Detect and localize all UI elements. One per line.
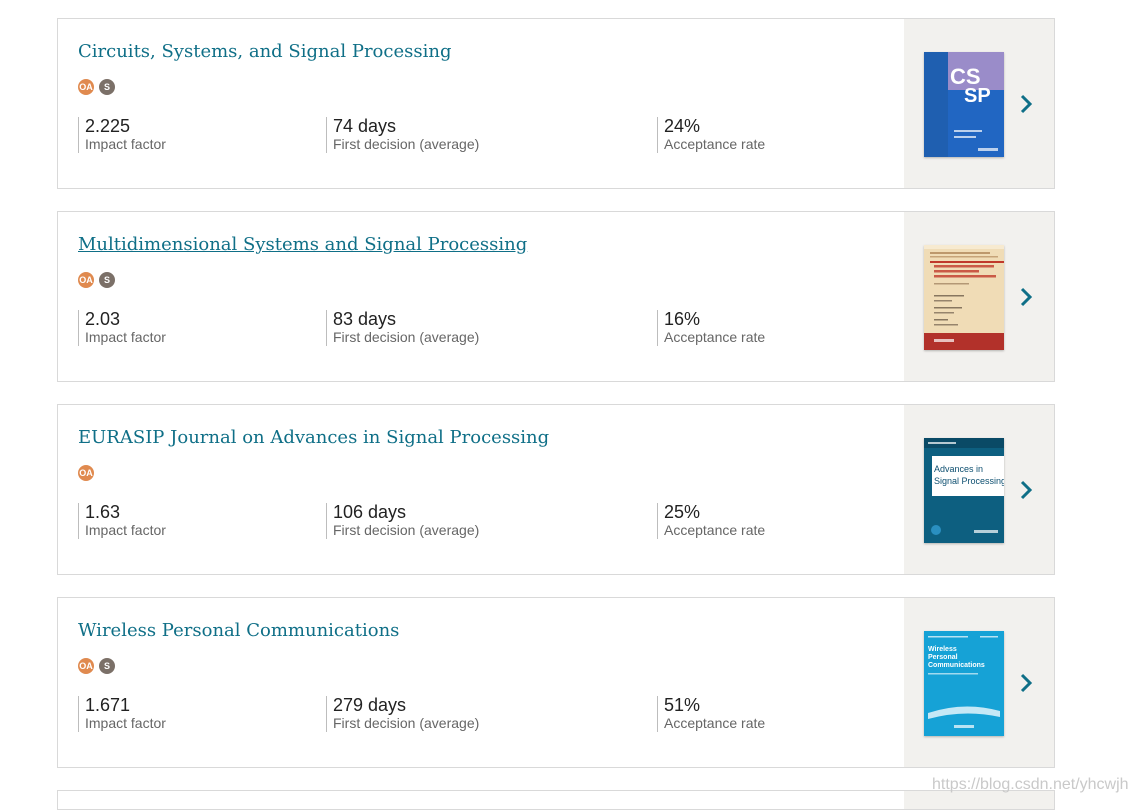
chevron-right-icon[interactable] <box>1019 92 1035 116</box>
journal-cover-image[interactable] <box>924 245 1004 350</box>
cover-title-line-3: Communications <box>928 662 985 669</box>
impact-factor-label: Impact factor <box>85 136 166 152</box>
cover-title-line-2: Signal Processing <box>934 476 1004 486</box>
impact-factor-label: Impact factor <box>85 329 166 345</box>
first-decision-metric: 74 days First decision (average) <box>326 117 479 153</box>
journal-cover-image[interactable]: Advances in Signal Processing <box>924 438 1004 543</box>
acceptance-rate-value: 25% <box>664 502 701 522</box>
subscription-badge: S <box>99 79 115 95</box>
first-decision-metric: 106 days First decision (average) <box>326 503 479 539</box>
impact-factor-value: 2.03 <box>85 309 121 329</box>
journal-side-panel: Wireless Personal Communications <box>904 598 1054 767</box>
acceptance-rate-label: Acceptance rate <box>664 522 766 538</box>
impact-factor-label: Impact factor <box>85 715 166 731</box>
open-access-badge: OA <box>78 658 94 674</box>
first-decision-label: First decision (average) <box>333 329 480 345</box>
chevron-right-icon[interactable] <box>1019 478 1035 502</box>
open-access-badge: OA <box>78 79 94 95</box>
journal-card-content: Multidimensional Systems and Signal Proc… <box>58 212 906 381</box>
journal-card-partial[interactable] <box>57 790 1055 810</box>
journal-side-panel <box>904 212 1054 381</box>
journal-card-2[interactable]: Multidimensional Systems and Signal Proc… <box>57 211 1055 382</box>
journal-card-1[interactable]: Circuits, Systems, and Signal Processing… <box>57 18 1055 189</box>
open-access-badge: OA <box>78 272 94 288</box>
acceptance-rate-metric: 16% Acceptance rate <box>657 310 765 346</box>
chevron-right-icon[interactable] <box>1019 285 1035 309</box>
impact-factor-label: Impact factor <box>85 522 166 538</box>
first-decision-value: 74 days <box>333 116 397 136</box>
journal-side-panel: Advances in Signal Processing <box>904 405 1054 574</box>
first-decision-metric: 83 days First decision (average) <box>326 310 479 346</box>
first-decision-value: 279 days <box>333 695 407 715</box>
first-decision-label: First decision (average) <box>333 715 480 731</box>
journal-title-link[interactable]: Wireless Personal Communications <box>78 620 399 641</box>
journal-cover-image[interactable]: Wireless Personal Communications <box>924 631 1004 736</box>
subscription-badge: S <box>99 658 115 674</box>
journal-card-4[interactable]: Wireless Personal Communications OA S 1.… <box>57 597 1055 768</box>
impact-factor-value: 1.671 <box>85 695 131 715</box>
impact-factor-value: 1.63 <box>85 502 121 522</box>
subscription-badge: S <box>99 272 115 288</box>
first-decision-metric: 279 days First decision (average) <box>326 696 479 732</box>
acceptance-rate-value: 51% <box>664 695 701 715</box>
journal-cover-image[interactable]: CS SP <box>924 52 1004 157</box>
impact-factor-metric: 1.63 Impact factor <box>78 503 166 539</box>
acceptance-rate-label: Acceptance rate <box>664 715 766 731</box>
first-decision-label: First decision (average) <box>333 522 480 538</box>
cover-title-line-1: Advances in <box>934 464 983 474</box>
journal-card-content: EURASIP Journal on Advances in Signal Pr… <box>58 405 906 574</box>
journal-card-content: Circuits, Systems, and Signal Processing… <box>58 19 906 188</box>
acceptance-rate-value: 24% <box>664 116 701 136</box>
acceptance-rate-metric: 25% Acceptance rate <box>657 503 765 539</box>
impact-factor-value: 2.225 <box>85 116 131 136</box>
watermark-text: https://blog.csdn.net/yhcwjh <box>932 776 1129 793</box>
journal-title-link[interactable]: Multidimensional Systems and Signal Proc… <box>78 234 527 255</box>
first-decision-value: 83 days <box>333 309 397 329</box>
journal-title-link[interactable]: EURASIP Journal on Advances in Signal Pr… <box>78 427 549 448</box>
first-decision-value: 106 days <box>333 502 407 522</box>
acceptance-rate-label: Acceptance rate <box>664 329 766 345</box>
acceptance-rate-label: Acceptance rate <box>664 136 766 152</box>
journal-title-link[interactable]: Circuits, Systems, and Signal Processing <box>78 41 451 62</box>
chevron-right-icon[interactable] <box>1019 671 1035 695</box>
journal-card-3[interactable]: EURASIP Journal on Advances in Signal Pr… <box>57 404 1055 575</box>
impact-factor-metric: 2.225 Impact factor <box>78 117 166 153</box>
impact-factor-metric: 2.03 Impact factor <box>78 310 166 346</box>
acceptance-rate-metric: 24% Acceptance rate <box>657 117 765 153</box>
journal-side-panel: CS SP <box>904 19 1054 188</box>
first-decision-label: First decision (average) <box>333 136 480 152</box>
impact-factor-metric: 1.671 Impact factor <box>78 696 166 732</box>
acceptance-rate-metric: 51% Acceptance rate <box>657 696 765 732</box>
cover-title-line-1: Wireless <box>928 646 957 653</box>
cover-title-line-2: Personal <box>928 654 958 661</box>
open-access-badge: OA <box>78 465 94 481</box>
cover-logo-text-bottom: SP <box>964 85 991 107</box>
acceptance-rate-value: 16% <box>664 309 701 329</box>
journal-card-content: Wireless Personal Communications OA S 1.… <box>58 598 906 767</box>
